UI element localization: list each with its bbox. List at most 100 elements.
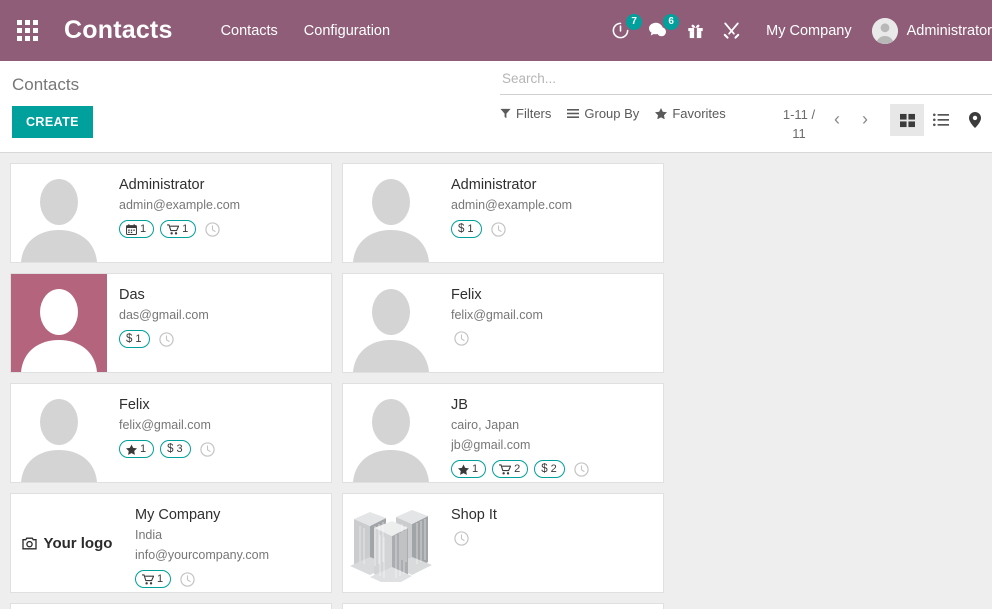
kanban-card[interactable]: continentalconti@gmail.com 1 $ 1 — [10, 603, 332, 609]
group-by-dropdown[interactable]: Group By — [567, 104, 639, 123]
map-pin-icon — [969, 112, 981, 128]
user-avatar-icon — [871, 17, 898, 44]
card-detail-line: jb@gmail.com — [451, 438, 531, 452]
card-body: Administrator admin@example.com 1 1 — [107, 164, 331, 262]
kanban-container: Administrator admin@example.com 1 1 Admi… — [0, 153, 992, 609]
card-badges — [451, 330, 653, 347]
schedule-activity-icon[interactable] — [204, 221, 221, 238]
gift-menu-button[interactable] — [678, 0, 713, 61]
kanban-card[interactable]: samsam@gmail.com — [342, 603, 664, 609]
control-panel: Contacts CREATE Filters — [0, 61, 992, 153]
contact-avatar-icon — [353, 179, 429, 262]
messages-menu-button[interactable]: 6 — [639, 0, 680, 61]
view-button-list[interactable] — [924, 104, 958, 136]
card-badge[interactable]: 1 — [119, 440, 155, 458]
card-badge[interactable]: $ 1 — [119, 330, 150, 348]
card-badge[interactable]: $ 2 — [534, 460, 565, 478]
navbar-menu: Contacts Configuration — [221, 23, 390, 39]
create-button[interactable]: CREATE — [12, 106, 93, 138]
card-badge-value: 1 — [157, 573, 164, 585]
activities-menu-button[interactable]: 7 — [602, 0, 643, 61]
card-image — [343, 164, 439, 262]
card-badges: $ 1 — [451, 220, 653, 238]
dollar-icon: $ — [541, 463, 548, 475]
kanban-card[interactable]: Administrator admin@example.com 1 1 — [10, 163, 332, 263]
card-badges: $ 1 — [119, 330, 321, 348]
kanban-card[interactable]: Felix felix@gmail.com 1 $ 3 — [10, 383, 332, 483]
schedule-activity-icon[interactable] — [573, 461, 590, 478]
card-image — [343, 274, 439, 372]
company-switcher[interactable]: My Company — [750, 23, 865, 39]
menu-item-configuration[interactable]: Configuration — [304, 23, 390, 39]
pager-previous-button[interactable]: ‹ — [824, 106, 850, 132]
pager-next-button[interactable]: › — [852, 106, 878, 132]
card-detail-line: das@gmail.com — [119, 308, 209, 322]
view-button-kanban[interactable] — [890, 104, 924, 136]
schedule-activity-icon[interactable] — [179, 571, 196, 588]
pager-count-label[interactable]: 1-11 / 11 — [776, 104, 822, 143]
schedule-activity-icon[interactable] — [453, 330, 470, 347]
card-image — [11, 164, 107, 262]
user-menu[interactable]: Administrator — [866, 17, 992, 44]
card-badge[interactable]: 1 — [119, 220, 155, 238]
top-navbar: Contacts Contacts Configuration 7 6 My C… — [0, 0, 992, 61]
filter-funnel-icon — [500, 108, 511, 119]
filters-dropdown[interactable]: Filters — [500, 104, 551, 123]
developer-tools-button[interactable] — [713, 0, 750, 61]
card-badge[interactable]: 1 — [451, 460, 487, 478]
dollar-icon: $ — [126, 333, 133, 345]
card-badge[interactable]: 2 — [492, 460, 529, 478]
card-title: My Company — [135, 507, 221, 523]
card-badge[interactable]: 1 — [135, 570, 172, 588]
your-logo-placeholder[interactable]: Your logo — [21, 535, 112, 552]
kanban-card[interactable]: Felix felix@gmail.com — [342, 273, 664, 373]
kanban-card[interactable]: Das das@gmail.com $ 1 — [10, 273, 332, 373]
group-by-label: Group By — [584, 106, 640, 121]
card-detail-line: admin@example.com — [451, 198, 573, 212]
card-detail-line: felix@gmail.com — [119, 418, 211, 432]
card-badge[interactable]: $ 1 — [451, 220, 482, 238]
card-badges — [451, 530, 653, 547]
schedule-activity-icon[interactable] — [453, 530, 470, 547]
card-body: samsam@gmail.com — [439, 604, 663, 609]
avatar — [871, 17, 898, 44]
card-detail-line: felix@gmail.com — [451, 308, 543, 322]
card-title: JB — [451, 397, 468, 413]
breadcrumb[interactable]: Contacts — [12, 75, 500, 95]
user-name-label: Administrator — [906, 22, 992, 39]
card-detail-line: admin@example.com — [119, 198, 241, 212]
app-brand-title[interactable]: Contacts — [54, 16, 177, 45]
clock-icon — [158, 331, 174, 347]
schedule-activity-icon[interactable] — [490, 221, 507, 238]
card-title: Felix — [119, 397, 150, 413]
card-badge[interactable]: 1 — [160, 220, 197, 238]
menu-item-contacts[interactable]: Contacts — [221, 23, 278, 39]
card-badge[interactable]: $ 3 — [160, 440, 191, 458]
clock-icon — [490, 221, 506, 237]
kanban-card[interactable]: JB cairo, Japan jb@gmail.com 1 2 $ 2 — [342, 383, 664, 483]
schedule-activity-icon[interactable] — [158, 331, 175, 348]
kanban-card[interactable]: Shop It — [342, 493, 664, 593]
search-bar — [500, 69, 992, 95]
filters-label: Filters — [516, 106, 552, 121]
search-input[interactable] — [500, 69, 992, 89]
kanban-card[interactable]: Administrator admin@example.com $ 1 — [342, 163, 664, 263]
apps-menu-toggle[interactable] — [0, 0, 54, 61]
clock-icon — [454, 531, 469, 546]
card-badge-value: 1 — [135, 333, 142, 345]
kanban-card[interactable]: Your logo My Company India info@yourcompan… — [10, 493, 332, 593]
favorites-dropdown[interactable]: Favorites — [655, 104, 726, 123]
card-body: Das das@gmail.com $ 1 — [107, 274, 331, 372]
card-image — [11, 604, 107, 609]
view-button-map[interactable] — [958, 104, 992, 136]
card-image: Your logo — [11, 494, 123, 592]
schedule-activity-icon[interactable] — [199, 441, 216, 458]
clock-icon — [205, 221, 220, 237]
card-image — [343, 604, 439, 609]
card-image — [343, 384, 439, 482]
list-view-icon — [933, 113, 949, 127]
card-detail-line: cairo, Japan — [451, 418, 520, 432]
card-badge-value: 1 — [467, 223, 474, 235]
card-detail-line: info@yourcompany.com — [135, 548, 270, 562]
card-badges: 1 2 $ 2 — [451, 460, 653, 478]
